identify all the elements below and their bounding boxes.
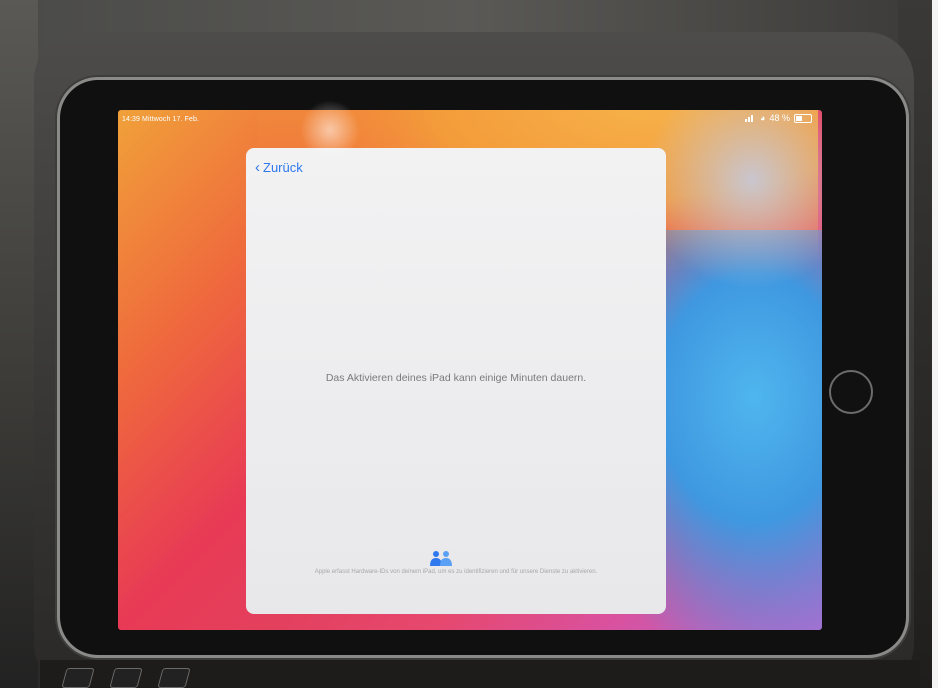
ipad-screen: 14:39 Mittwoch 17. Feb. ◕ 48 % ‹ Zurück … [118, 110, 822, 630]
back-button[interactable]: ‹ Zurück [255, 160, 303, 175]
photo-border [932, 0, 938, 688]
battery-percent: 48 % [769, 113, 790, 123]
privacy-footer: Apple erfasst Hardware-IDs von deinem iP… [314, 569, 598, 575]
wifi-icon: ◕ [760, 113, 766, 123]
activation-message: Das Aktivieren deines iPad kann einige M… [325, 372, 587, 384]
home-button[interactable] [829, 370, 873, 414]
back-chevron-icon: ‹ [255, 159, 260, 176]
light-reflection [300, 100, 360, 160]
photo: 14:39 Mittwoch 17. Feb. ◕ 48 % ‹ Zurück … [0, 0, 938, 688]
battery-icon [794, 113, 812, 123]
keyboard-key [109, 668, 143, 688]
wallpaper-glow-grey [642, 110, 822, 290]
status-indicators: ◕ 48 % [745, 113, 812, 123]
people-icon [430, 551, 452, 566]
keyboard-key [61, 668, 95, 688]
back-button-label: Zurück [263, 160, 303, 175]
keyboard-key [157, 668, 191, 688]
background-left [0, 0, 38, 688]
activation-sheet: ‹ Zurück Das Aktivieren deines iPad kann… [246, 148, 666, 614]
status-time-date: 14:39 Mittwoch 17. Feb. [122, 116, 200, 123]
signal-icon [745, 114, 756, 122]
